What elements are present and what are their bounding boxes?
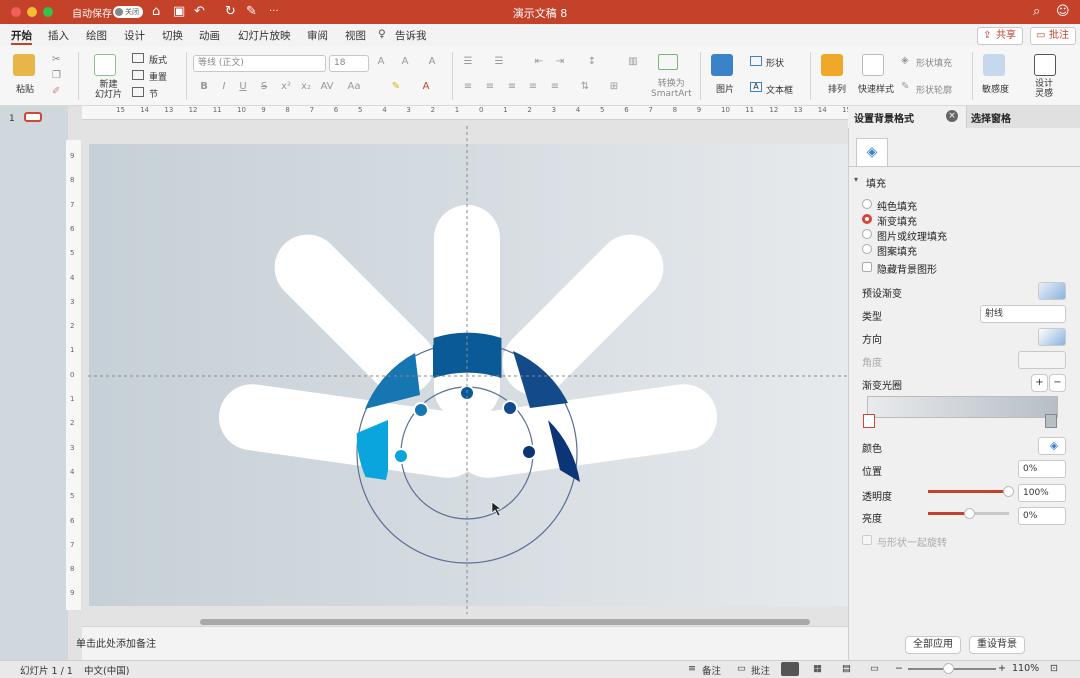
zoom-level[interactable]: 110%: [1012, 663, 1039, 674]
pattern-fill-label[interactable]: 图案填充: [877, 243, 917, 258]
remove-stop-button[interactable]: −: [1049, 374, 1066, 392]
language-indicator[interactable]: 中文(中国): [84, 663, 129, 677]
notes-toggle[interactable]: 备注: [702, 663, 721, 677]
notes-area[interactable]: [82, 626, 848, 660]
direction-label: 方向: [862, 335, 882, 346]
horizontal-scrollbar[interactable]: [200, 619, 810, 625]
gradient-bar[interactable]: [867, 396, 1058, 418]
notes-placeholder[interactable]: 单击此处添加备注: [76, 635, 156, 650]
gradient-stops-label: 渐变光圈: [862, 381, 902, 392]
comment-status-icon[interactable]: ▭: [737, 663, 746, 674]
fit-slide-icon[interactable]: ⊡: [1050, 663, 1058, 674]
position-label: 位置: [862, 467, 882, 478]
dot-right[interactable]: [521, 444, 537, 460]
fill-tab-paint-bucket-icon[interactable]: ◈: [856, 138, 888, 166]
hide-bg-label[interactable]: 隐藏背景图形: [877, 261, 937, 276]
picture-fill-radio[interactable]: [862, 229, 872, 239]
solid-fill-label[interactable]: 纯色填充: [877, 198, 917, 213]
dot-upper-left[interactable]: [413, 402, 429, 418]
color-picker-icon[interactable]: ◈: [1038, 437, 1066, 455]
solid-fill-radio[interactable]: [862, 199, 872, 209]
transparency-slider-knob[interactable]: [1003, 486, 1014, 497]
angle-label: 角度: [862, 358, 882, 369]
brightness-slider-knob[interactable]: [964, 508, 975, 519]
gradient-stop-right[interactable]: [1045, 414, 1057, 428]
preset-gradient-button[interactable]: [1038, 282, 1066, 300]
preset-gradient-label: 预设渐变: [862, 289, 902, 300]
slide-counter: 幻灯片 1 / 1: [20, 666, 73, 677]
slide-sorter-icon[interactable]: ▦: [813, 663, 822, 674]
normal-view-icon[interactable]: [781, 662, 799, 676]
brightness-label: 亮度: [862, 514, 882, 525]
notes-icon[interactable]: ≡: [688, 663, 696, 674]
direction-button[interactable]: [1038, 328, 1066, 346]
gradient-fill-label[interactable]: 渐变填充: [877, 213, 917, 228]
add-stop-button[interactable]: +: [1031, 374, 1048, 392]
type-select[interactable]: 射线: [980, 305, 1066, 323]
zoom-slider-knob[interactable]: [943, 663, 954, 674]
petal-upper-left[interactable]: [261, 221, 449, 409]
color-label: 颜色: [862, 444, 882, 455]
position-input[interactable]: 0%: [1018, 460, 1066, 478]
apply-all-button[interactable]: 全部应用: [905, 636, 961, 654]
gradient-fill-radio[interactable]: [862, 214, 872, 224]
comments-toggle[interactable]: 批注: [751, 663, 770, 677]
petal-upper-right[interactable]: [489, 221, 677, 409]
reset-background-button[interactable]: 重设背景: [969, 636, 1025, 654]
zoom-out-icon[interactable]: −: [895, 663, 903, 674]
hide-bg-checkbox[interactable]: [862, 262, 872, 272]
transparency-slider-track[interactable]: [928, 490, 1009, 493]
transparency-input[interactable]: 100%: [1018, 484, 1066, 502]
pane-title: 设置背景格式: [854, 114, 914, 125]
gradient-stop-left[interactable]: [863, 414, 875, 428]
selection-pane-label[interactable]: 选择窗格: [971, 110, 1011, 125]
slideshow-view-icon[interactable]: ▭: [870, 663, 879, 674]
type-label: 类型: [862, 312, 882, 323]
brightness-input[interactable]: 0%: [1018, 507, 1066, 525]
transparency-label: 透明度: [862, 492, 892, 503]
picture-fill-label[interactable]: 图片或纹理填充: [877, 228, 947, 243]
rotate-with-shape-label: 与形状一起旋转: [877, 538, 947, 549]
angle-input[interactable]: [1018, 351, 1066, 369]
dot-left[interactable]: [393, 448, 409, 464]
pattern-fill-radio[interactable]: [862, 244, 872, 254]
close-pane-icon[interactable]: ×: [946, 110, 958, 122]
zoom-in-icon[interactable]: +: [998, 663, 1006, 674]
dot-upper-right[interactable]: [502, 400, 518, 416]
reading-view-icon[interactable]: ▤: [842, 663, 851, 674]
fill-section-label: 填充: [866, 179, 886, 190]
chevron-down-icon[interactable]: ▾: [854, 175, 858, 184]
rotate-with-shape-checkbox[interactable]: [862, 535, 872, 545]
